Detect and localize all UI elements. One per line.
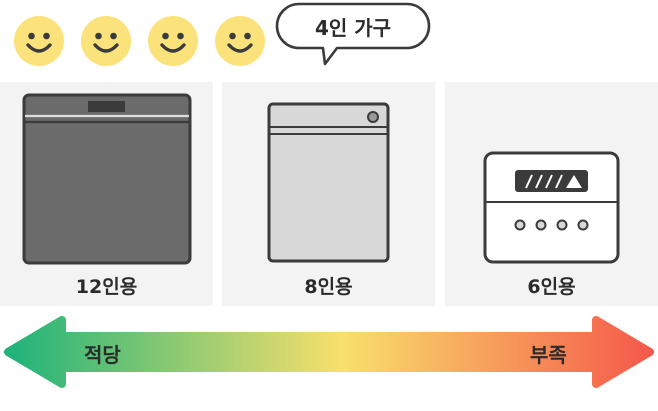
medium-dishwasher-icon	[267, 102, 390, 263]
capacity-label: 8인용	[304, 276, 353, 298]
smiley-face-icon	[215, 16, 265, 66]
countertop-dishwasher-icon	[483, 151, 620, 264]
smiley-face-icon	[14, 16, 64, 66]
dishwasher-panel-6: 6인용	[445, 82, 658, 306]
smiley-face-icon	[81, 16, 131, 66]
large-dishwasher-icon	[22, 93, 192, 265]
dishwasher-panel-8: 8인용	[222, 82, 435, 306]
scale-left-label: 적당	[84, 343, 121, 367]
household-size-label: 4인 가구	[314, 15, 392, 40]
family-faces	[14, 16, 265, 66]
capacity-label: 6인용	[527, 276, 576, 298]
smiley-face-icon	[148, 16, 198, 66]
dishwasher-panel-12: 12인용	[0, 82, 213, 306]
capacity-label: 12인용	[75, 276, 138, 298]
scale-right-label: 부족	[530, 343, 567, 367]
